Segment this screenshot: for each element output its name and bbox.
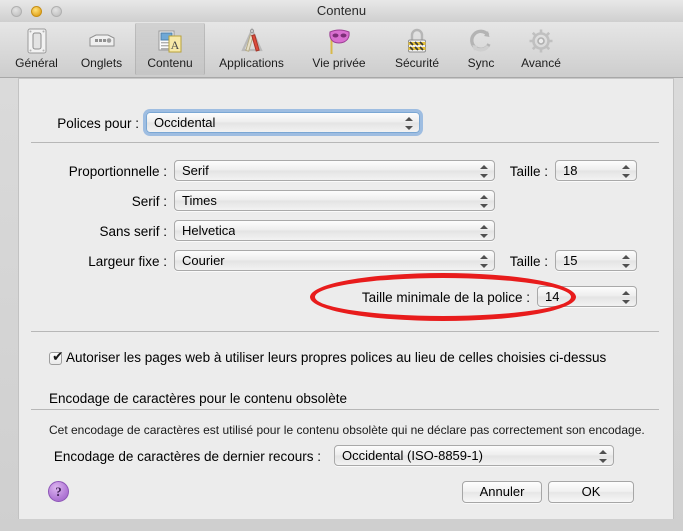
chevron-updown-icon	[622, 254, 631, 269]
proportional-font-value: Serif	[182, 163, 209, 178]
padlock-icon	[402, 26, 432, 56]
allow-page-fonts-checkbox[interactable]: ✔	[49, 349, 64, 365]
preferences-window: Contenu Général Onglets A Contenu Applic…	[0, 0, 683, 531]
toolbar-item-content-label: Contenu	[147, 56, 193, 70]
minimum-font-size-value: 14	[545, 289, 560, 304]
serif-font-label: Serif :	[131, 194, 167, 209]
toolbar-item-general[interactable]: Général	[5, 23, 68, 75]
toolbar-item-privacy[interactable]: Vie privée	[298, 23, 380, 75]
sans-serif-font-select[interactable]: Helvetica	[174, 220, 495, 241]
proportional-size-value: 18	[563, 163, 578, 178]
chevron-updown-icon	[405, 116, 414, 131]
fallback-encoding-select[interactable]: Occidental (ISO-8859-1)	[334, 445, 614, 466]
toolbar-item-tabs-label: Onglets	[80, 56, 123, 70]
svg-text:A: A	[171, 38, 180, 52]
monospace-size-select[interactable]: 15	[555, 250, 637, 271]
toolbar-item-privacy-label: Vie privée	[312, 56, 366, 70]
toolbar-item-general-label: Général	[15, 56, 58, 70]
chevron-updown-icon	[480, 224, 489, 239]
separator-encoding	[31, 409, 659, 410]
toggle-switch-icon	[22, 26, 52, 56]
monospace-font-value: Courier	[182, 253, 225, 268]
content-preferences-panel: Polices pour : Occidental Proportionnell…	[18, 78, 674, 531]
preferences-toolbar: Général Onglets A Contenu Applications V…	[0, 22, 683, 78]
content-pages-icon: A	[155, 26, 185, 56]
minimum-font-size-label: Taille minimale de la police :	[361, 290, 530, 305]
serif-font-value: Times	[182, 193, 217, 208]
cancel-button[interactable]: Annuler	[462, 481, 542, 503]
allow-page-fonts-label: Autoriser les pages web à utiliser leurs…	[66, 350, 607, 365]
minimum-font-size-select[interactable]: 14	[537, 286, 637, 307]
serif-font-select[interactable]: Times	[174, 190, 495, 211]
gear-icon	[526, 26, 556, 56]
sans-serif-font-value: Helvetica	[182, 223, 236, 238]
fallback-encoding-value: Occidental (ISO-8859-1)	[342, 448, 483, 463]
window-bottom-strip	[0, 519, 683, 531]
toolbar-item-sync-label: Sync	[467, 56, 495, 70]
window-title: Contenu	[316, 3, 367, 18]
toolbar-item-applications-label: Applications	[219, 56, 284, 70]
encoding-section-title: Encodage de caractères pour le contenu o…	[49, 391, 347, 406]
chevron-updown-icon	[480, 194, 489, 209]
monospace-size-label: Taille :	[509, 254, 548, 269]
fonts-for-select[interactable]: Occidental	[146, 112, 420, 133]
help-button[interactable]: ?	[48, 481, 69, 502]
fallback-encoding-label: Encodage de caractères de dernier recour…	[53, 449, 321, 464]
toolbar-item-sync[interactable]: Sync	[454, 23, 508, 75]
proportional-size-label: Taille :	[509, 164, 548, 179]
fonts-for-label: Polices pour :	[57, 116, 139, 131]
chevron-updown-icon	[599, 449, 608, 464]
chevron-updown-icon	[622, 164, 631, 179]
toolbar-item-content[interactable]: A Contenu	[135, 23, 205, 75]
monospace-font-select[interactable]: Courier	[174, 250, 495, 271]
chevron-updown-icon	[480, 254, 489, 269]
window-titlebar: Contenu	[0, 0, 683, 23]
sans-serif-font-label: Sans serif :	[99, 224, 167, 239]
toolbar-item-security-label: Sécurité	[394, 56, 440, 70]
toolbar-item-tabs[interactable]: Onglets	[70, 23, 133, 75]
proportional-font-select[interactable]: Serif	[174, 160, 495, 181]
fonts-for-value: Occidental	[154, 115, 216, 130]
toolbar-item-applications[interactable]: Applications	[207, 23, 296, 75]
chevron-updown-icon	[480, 164, 489, 179]
checkmark-icon: ✔	[52, 349, 64, 365]
monospace-font-label: Largeur fixe :	[88, 254, 167, 269]
toolbar-item-security[interactable]: Sécurité	[382, 23, 452, 75]
pencil-ruler-icon	[237, 26, 267, 56]
ok-button[interactable]: OK	[548, 481, 634, 503]
proportional-size-select[interactable]: 18	[555, 160, 637, 181]
sync-arrows-icon	[466, 26, 496, 56]
encoding-description: Cet encodage de caractères est utilisé p…	[49, 423, 645, 437]
separator-top	[31, 142, 659, 143]
separator-middle	[31, 331, 659, 332]
proportional-font-label: Proportionnelle :	[68, 164, 167, 179]
toolbar-item-advanced[interactable]: Avancé	[510, 23, 572, 75]
toolbar-item-advanced-label: Avancé	[521, 56, 561, 70]
tabs-icon	[87, 26, 117, 56]
mask-icon	[324, 26, 354, 56]
monospace-size-value: 15	[563, 253, 578, 268]
chevron-updown-icon	[622, 290, 631, 305]
